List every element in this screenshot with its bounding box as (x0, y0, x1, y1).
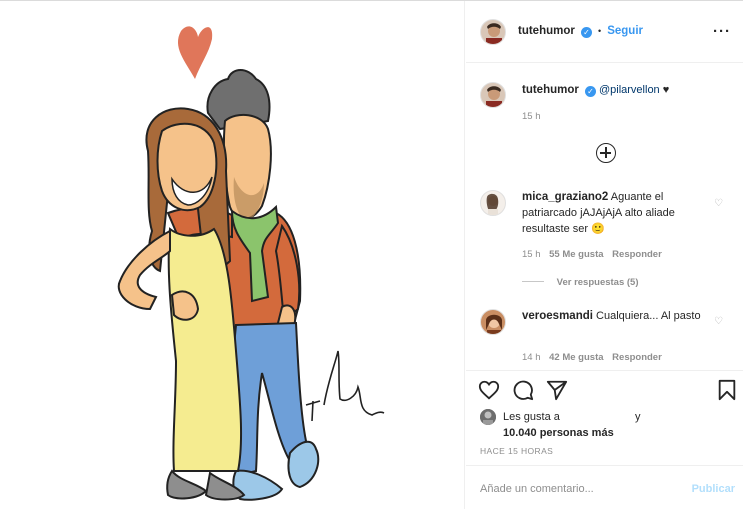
comments-list[interactable]: tutehumor ✓ @pilarvellon ♥ 15 h mica_gra… (466, 64, 743, 369)
post-side-panel: tutehumor ✓ • Seguir ··· tutehumor ✓ @pi… (466, 1, 743, 509)
comment-like-icon[interactable]: ♡ (714, 198, 723, 209)
likes-and: y (634, 411, 641, 423)
separator: • (597, 26, 602, 36)
comment-input[interactable]: Añade un comentario... (480, 483, 594, 495)
header-user-row: tutehumor ✓ • Seguir (518, 25, 643, 38)
avatar-image (481, 83, 505, 107)
add-comment-bar: Añade un comentario... Publicar (466, 465, 743, 509)
commenter-avatar[interactable] (480, 190, 506, 216)
comment-likes[interactable]: 42 Me gusta (549, 352, 603, 363)
comment-text: veroesmandi Cualquiera... Al pasto (522, 308, 712, 324)
caption-time: 15 h (522, 111, 541, 122)
reply-button[interactable]: Responder (612, 249, 662, 260)
comment-meta: 15 h 55 Me gusta Responder (522, 249, 662, 260)
verified-icon: ✓ (580, 27, 592, 38)
likes-summary: Les gusta a y 10.040 personas más (503, 409, 640, 441)
comment-body: Cualquiera... Al pasto (596, 310, 701, 322)
follow-button[interactable]: Seguir (607, 25, 643, 37)
share-icon[interactable] (546, 379, 568, 401)
author-username[interactable]: tutehumor (518, 25, 575, 37)
view-replies-button[interactable]: Ver respuestas (5) (522, 277, 639, 288)
instagram-post-modal: tutehumor ✓ • Seguir ··· tutehumor ✓ @pi… (0, 0, 743, 509)
caption-avatar[interactable] (480, 82, 506, 108)
view-replies-label[interactable]: Ver respuestas (5) (557, 277, 639, 288)
avatar-image (481, 20, 505, 44)
comment-time: 15 h (522, 249, 541, 260)
avatar-image (481, 310, 505, 334)
post-image[interactable] (0, 1, 465, 509)
cartoon-illustration (117, 26, 385, 501)
post-header: tutehumor ✓ • Seguir ··· (466, 1, 743, 63)
avatar-image (481, 191, 505, 215)
commenter-avatar[interactable] (480, 309, 506, 335)
likes-prefix: Les gusta a (503, 411, 560, 423)
heart-icon[interactable] (478, 379, 500, 401)
comment-time: 14 h (522, 352, 541, 363)
likes-count[interactable]: 10.040 personas más (503, 427, 614, 439)
plus-circle-icon[interactable] (596, 143, 616, 163)
black-heart-emoji: ♥ (662, 84, 670, 96)
comment-icon[interactable] (512, 379, 534, 401)
caption-username[interactable]: tutehumor (522, 84, 579, 96)
liker-avatar[interactable] (480, 409, 496, 425)
comment-username[interactable]: mica_graziano2 (522, 191, 608, 203)
comment-meta: 14 h 42 Me gusta Responder (522, 352, 662, 363)
comment-text: mica_graziano2 Aguante el patriarcado jA… (522, 189, 712, 237)
replies-line (522, 281, 544, 282)
publish-button[interactable]: Publicar (692, 483, 735, 495)
avatar-image (480, 409, 496, 425)
verified-icon: ✓ (584, 86, 596, 97)
post-timestamp[interactable]: HACE 15 HORAS (480, 446, 553, 456)
comment-like-icon[interactable]: ♡ (714, 316, 723, 327)
comment-username[interactable]: veroesmandi (522, 310, 593, 322)
mention-link[interactable]: @pilarvellon (599, 84, 660, 96)
caption-text: tutehumor ✓ @pilarvellon ♥ (522, 82, 669, 98)
avatar[interactable] (480, 19, 506, 45)
post-actions: Les gusta a y 10.040 personas más HACE 1… (466, 370, 743, 465)
more-icon[interactable]: ··· (713, 23, 731, 40)
comment-likes[interactable]: 55 Me gusta (549, 249, 603, 260)
bookmark-icon[interactable] (716, 379, 738, 401)
reply-button[interactable]: Responder (612, 352, 662, 363)
